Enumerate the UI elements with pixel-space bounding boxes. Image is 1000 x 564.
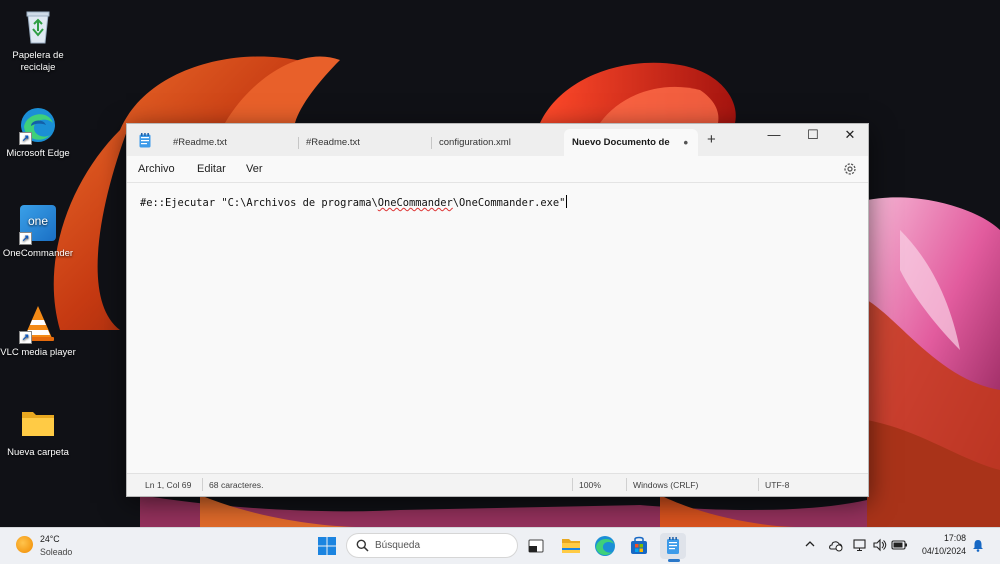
clock-time[interactable]: 17:08 [944, 533, 966, 543]
tab-readme-1[interactable]: #Readme.txt [165, 129, 299, 156]
line-ending[interactable]: Windows (CRLF) [633, 480, 698, 490]
search-placeholder: Búsqueda [375, 540, 421, 551]
tab-configuration-xml[interactable]: configuration.xml [431, 129, 565, 156]
clock-date[interactable]: 04/10/2024 [922, 546, 966, 556]
gear-icon[interactable] [842, 161, 858, 177]
text-editor[interactable]: #e::Ejecutar "C:\Archivos de programa\On… [127, 183, 868, 470]
folder-icon [18, 404, 58, 444]
edge-icon: ↗ [18, 105, 58, 145]
tab-readme-2[interactable]: #Readme.txt [298, 129, 432, 156]
desktop-icon-label: VLC media player [0, 347, 76, 358]
editor-text-end: \OneCommander.exe" [452, 197, 566, 209]
desktop-icon-onecommander[interactable]: one ↗ OneCommander [0, 205, 76, 260]
desktop-icon-label: OneCommander [2, 248, 74, 259]
vlc-icon: ↗ [18, 304, 58, 344]
chevron-up-icon[interactable] [804, 538, 816, 553]
taskbar-search[interactable]: Búsqueda [346, 533, 518, 558]
shortcut-arrow-icon: ↗ [19, 232, 32, 245]
taskbar-file-explorer[interactable] [558, 533, 584, 559]
status-divider [626, 478, 627, 491]
store-icon [631, 536, 647, 554]
close-button[interactable]: ✕ [832, 124, 868, 146]
menu-bar: Archivo Editar Ver [127, 156, 868, 183]
desktop-icon-edge[interactable]: ↗ Microsoft Edge [0, 105, 76, 160]
onecommander-icon: one ↗ [18, 205, 58, 245]
desktop-icon-label: Papelera de reciclaje [12, 50, 64, 73]
battery-icon[interactable] [891, 538, 908, 555]
taskbar: 24°C Soleado Búsqueda 17:08 04/10/2024 [0, 527, 1000, 564]
desktop-icon-label: Nueva carpeta [7, 447, 69, 458]
editor-content: #e::Ejecutar "C:\Archivos de programa\On… [140, 195, 568, 209]
taskbar-notepad[interactable] [660, 533, 686, 559]
menu-ver[interactable]: Ver [246, 163, 263, 175]
menu-archivo[interactable]: Archivo [138, 163, 175, 175]
minimize-button[interactable]: — [756, 124, 792, 146]
network-icon[interactable] [853, 538, 868, 555]
status-bar: Ln 1, Col 69 68 caracteres. 100% Windows… [127, 473, 868, 496]
new-tab-button[interactable]: + [707, 132, 716, 147]
menu-editar[interactable]: Editar [197, 163, 226, 175]
recycle-bin-icon [18, 7, 58, 47]
notepad-icon [667, 537, 679, 554]
notepad-icon [139, 133, 151, 148]
speaker-icon[interactable] [872, 538, 887, 555]
character-count: 68 caracteres. [209, 480, 264, 490]
onecommander-icon-text: one [27, 214, 49, 228]
zoom-level[interactable]: 100% [579, 480, 601, 490]
text-caret [566, 195, 568, 208]
shortcut-arrow-icon: ↗ [19, 331, 32, 344]
desktop-icon-vlc[interactable]: ↗ VLC media player [0, 304, 76, 359]
edge-icon [595, 536, 615, 556]
onedrive-icon[interactable] [828, 538, 844, 555]
app-icon [528, 539, 544, 553]
editor-text-start: #e::Ejecutar "C:\Archivos de programa\ [140, 197, 378, 209]
maximize-button[interactable]: ☐ [795, 124, 831, 146]
encoding[interactable]: UTF-8 [765, 480, 789, 490]
start-icon [318, 537, 336, 555]
unsaved-dot-icon[interactable]: • [683, 129, 688, 156]
taskbar-app[interactable] [523, 533, 549, 559]
weather-description: Soleado [40, 547, 73, 557]
status-divider [758, 478, 759, 491]
running-indicator [668, 559, 680, 562]
tab-label: Nuevo Documento de [572, 137, 670, 148]
desktop-icon-new-folder[interactable]: Nueva carpeta [0, 404, 76, 459]
tab-label: configuration.xml [439, 137, 511, 148]
taskbar-store[interactable] [626, 533, 652, 559]
sun-icon [16, 536, 33, 553]
desktop-icon-recycle-bin[interactable]: Papelera de reciclaje [0, 7, 76, 74]
notepad-window: #Readme.txt #Readme.txt configuration.xm… [126, 123, 869, 497]
cursor-position: Ln 1, Col 69 [145, 480, 192, 490]
file-explorer-icon [562, 539, 580, 553]
tab-label: #Readme.txt [173, 137, 227, 148]
tab-nuevo-documento[interactable]: Nuevo Documento de • [564, 129, 698, 156]
status-divider [572, 478, 573, 491]
shortcut-arrow-icon: ↗ [19, 132, 32, 145]
status-divider [202, 478, 203, 491]
misspelled-word: OneCommander [377, 197, 453, 209]
desktop-icon-label: Microsoft Edge [6, 148, 70, 159]
title-bar[interactable]: #Readme.txt #Readme.txt configuration.xm… [127, 124, 868, 156]
weather-temperature: 24°C [40, 534, 60, 544]
start-button[interactable] [314, 533, 340, 559]
taskbar-edge[interactable] [592, 533, 618, 559]
search-icon [356, 539, 369, 552]
notification-icon[interactable] [972, 539, 984, 555]
tab-label: #Readme.txt [306, 137, 360, 148]
